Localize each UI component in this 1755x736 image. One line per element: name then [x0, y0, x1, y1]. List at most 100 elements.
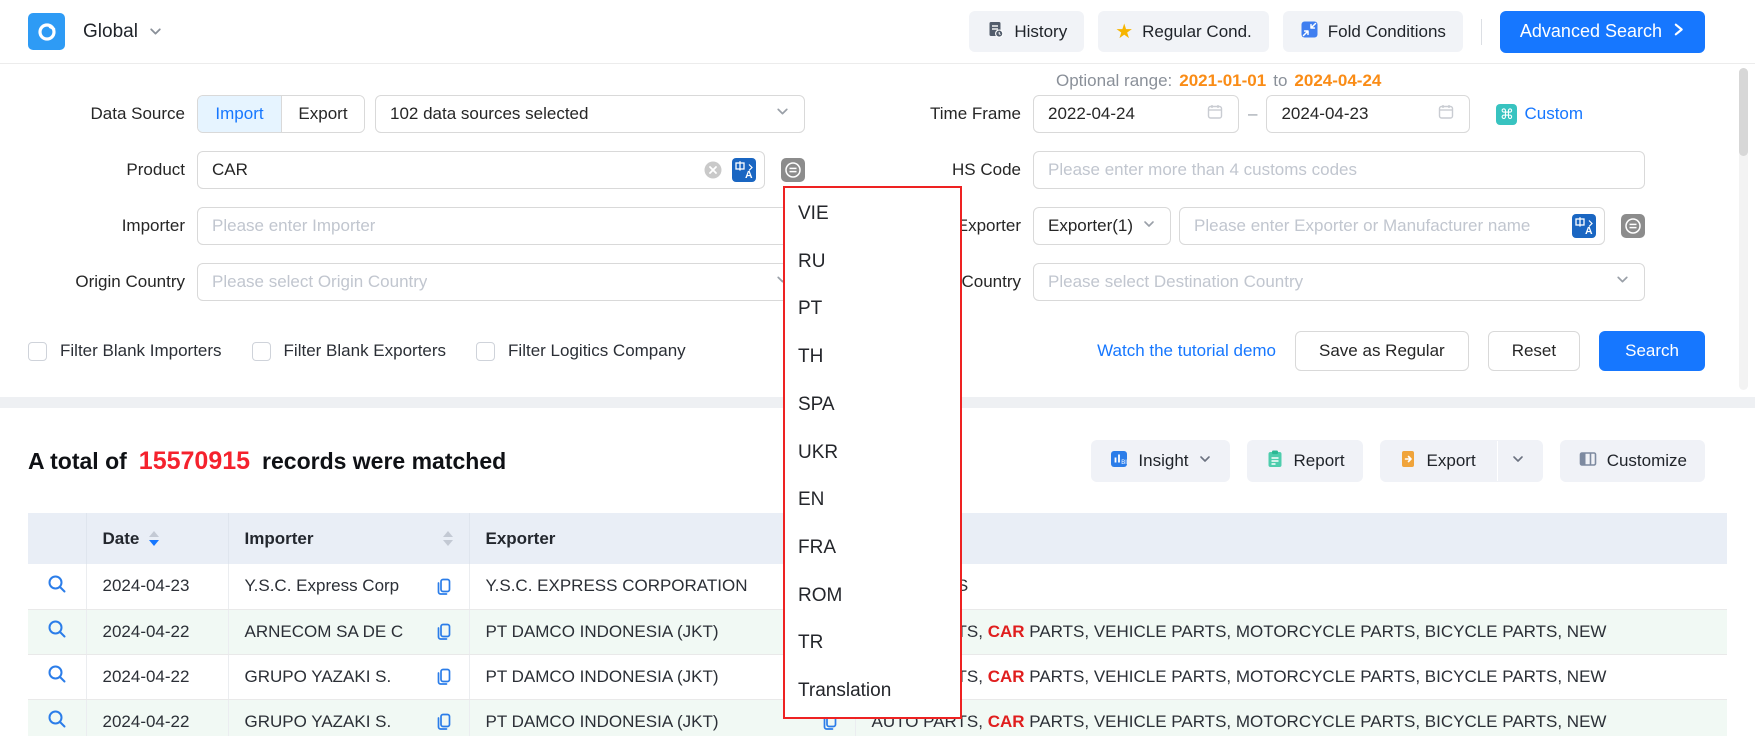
- checkbox-icon[interactable]: [252, 342, 271, 361]
- exporter-name[interactable]: Y.S.C. EXPRESS CORPORATION: [486, 576, 748, 596]
- importer-name[interactable]: Y.S.C. Express Corp: [245, 576, 400, 596]
- product-cell: AUTO PARTS, CAR PARTS, VEHICLE PARTS, MO…: [855, 609, 1727, 654]
- custom-time-frame-link[interactable]: ⌘ Custom: [1496, 104, 1583, 125]
- copy-icon[interactable]: [434, 712, 453, 731]
- data-sources-select[interactable]: 102 data sources selected: [375, 95, 805, 133]
- product-cell: CAR PARTS: [855, 564, 1727, 609]
- exporter-header-label: Exporter: [486, 529, 556, 549]
- filter-checkbox-group: Filter Blank Importers Filter Blank Expo…: [28, 341, 716, 361]
- sort-icons[interactable]: [443, 531, 453, 546]
- language-option[interactable]: SPA: [785, 381, 960, 429]
- chevron-down-icon: [1142, 216, 1156, 236]
- filter-checkbox[interactable]: Filter Blank Exporters: [252, 341, 447, 361]
- language-option[interactable]: TR: [785, 620, 960, 668]
- calendar-icon: [1437, 103, 1455, 126]
- date-header-label: Date: [103, 529, 140, 549]
- synonym-icon[interactable]: [1621, 214, 1645, 238]
- optional-range-start: 2021-01-01: [1179, 71, 1266, 91]
- magnifier-icon[interactable]: [46, 663, 68, 685]
- importer-name[interactable]: GRUPO YAZAKI S.: [245, 712, 392, 732]
- history-button[interactable]: History: [969, 11, 1084, 52]
- product-label: Product: [0, 160, 197, 180]
- language-option[interactable]: EN: [785, 476, 960, 524]
- scrollbar-thumb[interactable]: [1739, 68, 1748, 156]
- product-cell: AUTO PARTS, CAR PARTS, VEHICLE PARTS, MO…: [855, 654, 1727, 699]
- chevron-down-icon[interactable]: [148, 24, 163, 39]
- language-option[interactable]: ROM: [785, 572, 960, 620]
- svg-text:A: A: [745, 169, 753, 181]
- filter-checkbox-label: Filter Blank Exporters: [284, 341, 447, 361]
- clear-icon[interactable]: [703, 160, 723, 180]
- checkbox-icon[interactable]: [476, 342, 495, 361]
- product-input[interactable]: CAR A: [197, 151, 765, 189]
- translate-icon[interactable]: A: [732, 158, 756, 182]
- importer-name[interactable]: ARNECOM SA DE C: [245, 622, 404, 642]
- chevron-down-icon[interactable]: [1511, 451, 1525, 471]
- time-frame-start-input[interactable]: 2022-04-24: [1033, 95, 1239, 133]
- report-button[interactable]: Report: [1247, 440, 1363, 482]
- copy-icon[interactable]: [434, 622, 453, 641]
- language-option[interactable]: UKR: [785, 429, 960, 477]
- time-frame-end-input[interactable]: 2024-04-23: [1266, 95, 1470, 133]
- language-option[interactable]: FRA: [785, 524, 960, 572]
- exporter-type-select[interactable]: Exporter(1): [1033, 207, 1171, 245]
- data-source-toggle: Import Export: [197, 95, 365, 133]
- export-button[interactable]: Export: [1380, 440, 1543, 482]
- app-logo-icon[interactable]: [28, 13, 65, 50]
- synonym-icon[interactable]: [781, 158, 805, 182]
- exporter-name[interactable]: PT DAMCO INDONESIA (JKT): [486, 622, 719, 642]
- language-option[interactable]: VIE: [785, 190, 960, 238]
- customize-columns-icon: [1578, 449, 1598, 474]
- fold-conditions-button[interactable]: Fold Conditions: [1283, 11, 1463, 52]
- origin-country-select[interactable]: Please select Origin Country: [197, 263, 805, 301]
- date-cell: 2024-04-23: [86, 564, 228, 609]
- copy-icon[interactable]: [434, 667, 453, 686]
- column-header-date[interactable]: Date: [86, 513, 228, 564]
- origin-country-label: Origin Country: [0, 272, 197, 292]
- save-as-regular-button[interactable]: Save as Regular: [1295, 331, 1469, 371]
- regular-cond-button[interactable]: ★ Regular Cond.: [1098, 11, 1269, 52]
- copy-icon[interactable]: [434, 577, 453, 596]
- insight-button[interactable]: BI Insight: [1091, 440, 1229, 482]
- destination-country-select[interactable]: Please select Destination Country: [1033, 263, 1645, 301]
- advanced-search-button[interactable]: Advanced Search: [1500, 11, 1705, 53]
- sort-icons[interactable]: [149, 531, 159, 546]
- magnifier-icon[interactable]: [46, 618, 68, 640]
- importer-cell: GRUPO YAZAKI S.: [228, 654, 469, 699]
- region-selector-label[interactable]: Global: [83, 21, 138, 43]
- language-option[interactable]: PT: [785, 285, 960, 333]
- tutorial-demo-link[interactable]: Watch the tutorial demo: [1097, 341, 1276, 361]
- filter-checkbox[interactable]: Filter Blank Importers: [28, 341, 222, 361]
- column-header-importer[interactable]: Importer: [228, 513, 469, 564]
- time-frame-start-value: 2022-04-24: [1048, 104, 1135, 124]
- export-button-label: Export: [1427, 451, 1476, 471]
- translate-icon[interactable]: A: [1572, 214, 1596, 238]
- search-button[interactable]: Search: [1599, 331, 1705, 371]
- language-option[interactable]: RU: [785, 238, 960, 286]
- data-sources-value: 102 data sources selected: [390, 104, 588, 124]
- hs-code-input[interactable]: Please enter more than 4 customs codes: [1033, 151, 1645, 189]
- row-product-hscode: Product CAR A HS Code Please: [0, 151, 1755, 189]
- data-source-import-tab[interactable]: Import: [198, 96, 282, 132]
- language-option[interactable]: TH: [785, 333, 960, 381]
- panel-scrollbar[interactable]: [1739, 68, 1748, 390]
- advanced-search-label: Advanced Search: [1520, 21, 1662, 42]
- language-option[interactable]: Translation: [785, 667, 960, 715]
- exporter-name[interactable]: PT DAMCO INDONESIA (JKT): [486, 667, 719, 687]
- checkbox-icon[interactable]: [28, 342, 47, 361]
- custom-link-label: Custom: [1524, 104, 1583, 124]
- importer-input[interactable]: Please enter Importer: [197, 207, 805, 245]
- importer-name[interactable]: GRUPO YAZAKI S.: [245, 667, 392, 687]
- data-source-export-tab[interactable]: Export: [282, 96, 364, 132]
- summary-count: 15570915: [139, 447, 250, 476]
- filter-checkbox[interactable]: Filter Logitics Company: [476, 341, 686, 361]
- reset-button[interactable]: Reset: [1488, 331, 1580, 371]
- column-header-product[interactable]: Product: [855, 513, 1727, 564]
- exporter-name[interactable]: PT DAMCO INDONESIA (JKT): [486, 712, 719, 732]
- product-description: AUTO PARTS, CAR PARTS, VEHICLE PARTS, MO…: [872, 712, 1607, 731]
- origin-country-placeholder: Please select Origin Country: [212, 272, 427, 292]
- magnifier-icon[interactable]: [46, 708, 68, 730]
- customize-button[interactable]: Customize: [1560, 440, 1705, 482]
- magnifier-icon[interactable]: [46, 573, 68, 595]
- exporter-input[interactable]: Please enter Exporter or Manufacturer na…: [1179, 207, 1605, 245]
